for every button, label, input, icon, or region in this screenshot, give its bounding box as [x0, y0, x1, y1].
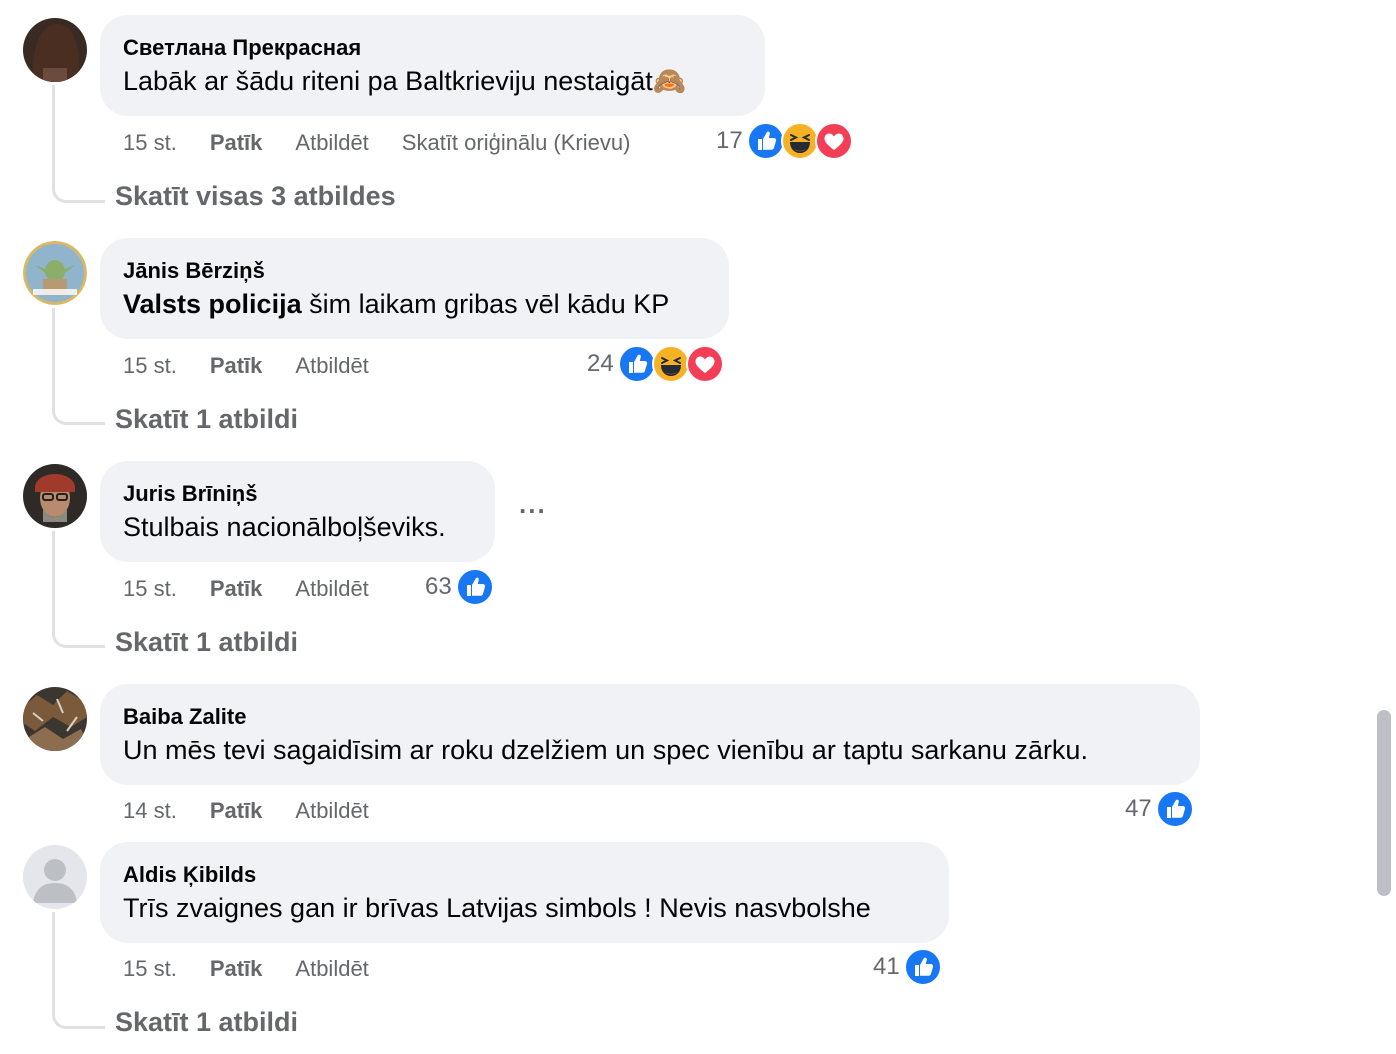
reply-button[interactable]: Atbildēt — [295, 576, 368, 602]
avatar[interactable] — [23, 687, 87, 751]
avatar[interactable] — [23, 464, 87, 528]
avatar[interactable] — [23, 845, 87, 909]
comment-text-rest: šim laikam gribas vēl kādu KP — [301, 289, 670, 319]
thread-connector — [52, 912, 105, 1029]
reply-button[interactable]: Atbildēt — [295, 798, 368, 824]
comment-bubble: Jānis Bērziņš Valsts policija šim laikam… — [100, 238, 729, 339]
default-avatar-icon — [23, 845, 87, 909]
love-icon — [686, 345, 724, 383]
comment-author[interactable]: Juris Brīniņš — [123, 480, 472, 508]
comment-actions: 15 st. Patīk Atbildēt — [123, 954, 402, 984]
like-button[interactable]: Patīk — [210, 956, 263, 982]
reply-button[interactable]: Atbildēt — [295, 353, 368, 379]
more-options-button[interactable]: ... — [519, 489, 547, 520]
comment-author[interactable]: Baiba Zalite — [123, 703, 1177, 731]
like-button[interactable]: Patīk — [210, 353, 263, 379]
scrollbar-thumb[interactable] — [1377, 710, 1391, 896]
comment-text: Stulbais nacionālboļševiks. — [123, 512, 446, 542]
reaction-summary[interactable]: 47 — [1125, 790, 1194, 828]
comment-bubble: Juris Brīniņš Stulbais nacionālboļševiks… — [100, 461, 495, 562]
like-button[interactable]: Patīk — [210, 798, 263, 824]
like-icon — [456, 568, 494, 606]
reaction-count: 41 — [873, 953, 900, 980]
cropped-reaction-icons — [752, 0, 806, 4]
view-replies-link[interactable]: Skatīt visas 3 atbildes — [115, 181, 396, 212]
reply-button[interactable]: Atbildēt — [295, 130, 368, 156]
comment-text: Trīs zvaignes gan ir brīvas Latvijas sim… — [123, 893, 871, 923]
comment-actions: 15 st. Patīk Atbildēt — [123, 351, 402, 381]
reaction-count: 63 — [425, 573, 452, 600]
comment-actions: 15 st. Patīk Atbildēt — [123, 574, 402, 604]
like-icon — [782, 0, 806, 4]
like-button[interactable]: Patīk — [210, 576, 263, 602]
like-icon — [618, 345, 656, 383]
view-replies-link[interactable]: Skatīt 1 atbildi — [115, 1007, 298, 1038]
comment-text: Un mēs tevi sagaidīsim ar roku dzelžiem … — [123, 735, 1088, 765]
thread-connector — [52, 85, 105, 203]
comment-author[interactable]: Светлана Прекрасная — [123, 34, 742, 62]
haha-icon — [652, 345, 690, 383]
comment-bubble: Baiba Zalite Un mēs tevi sagaidīsim ar r… — [100, 684, 1200, 785]
haha-icon — [752, 0, 776, 4]
haha-icon — [781, 122, 819, 160]
see-original-button[interactable]: Skatīt oriģinālu (Krievu) — [402, 130, 631, 156]
comment-author[interactable]: Jānis Bērziņš — [123, 257, 706, 285]
like-icon — [747, 122, 785, 160]
thread-connector — [52, 531, 105, 648]
reaction-summary[interactable]: 24 — [587, 345, 724, 383]
reaction-count: 47 — [1125, 795, 1152, 822]
thread-connector — [52, 308, 105, 425]
reply-button[interactable]: Atbildēt — [295, 956, 368, 982]
avatar[interactable] — [23, 241, 87, 305]
love-icon — [815, 122, 853, 160]
comment-actions: 14 st. Patīk Atbildēt — [123, 796, 402, 826]
comment-text: Valsts policija šim laikam gribas vēl kā… — [123, 286, 706, 322]
comment-time[interactable]: 15 st. — [123, 576, 177, 602]
reaction-summary[interactable]: 41 — [873, 948, 942, 986]
comment-author[interactable]: Aldis Ķibilds — [123, 861, 926, 889]
comment-actions: 15 st. Patīk Atbildēt Skatīt oriģinālu (… — [123, 128, 663, 158]
reaction-summary[interactable]: 17 — [716, 122, 853, 160]
comment-text: Labāk ar šādu riteni pa Baltkrieviju nes… — [123, 66, 687, 96]
view-replies-link[interactable]: Skatīt 1 atbildi — [115, 404, 298, 435]
reaction-summary[interactable]: 63 — [425, 568, 494, 606]
reaction-count: 24 — [587, 350, 614, 377]
comment-time[interactable]: 15 st. — [123, 956, 177, 982]
comment-bubble: Aldis Ķibilds Trīs zvaignes gan ir brīva… — [100, 842, 949, 943]
comment-time[interactable]: 15 st. — [123, 353, 177, 379]
comment-time[interactable]: 15 st. — [123, 130, 177, 156]
like-button[interactable]: Patīk — [210, 130, 263, 156]
reaction-count: 17 — [716, 127, 743, 154]
comment-bubble: Светлана Прекрасная Labāk ar šādu riteni… — [100, 15, 765, 116]
like-icon — [904, 948, 942, 986]
like-icon — [1156, 790, 1194, 828]
view-replies-link[interactable]: Skatīt 1 atbildi — [115, 627, 298, 658]
mention-link[interactable]: Valsts policija — [123, 289, 302, 319]
comment-time[interactable]: 14 st. — [123, 798, 177, 824]
avatar[interactable] — [23, 18, 87, 82]
